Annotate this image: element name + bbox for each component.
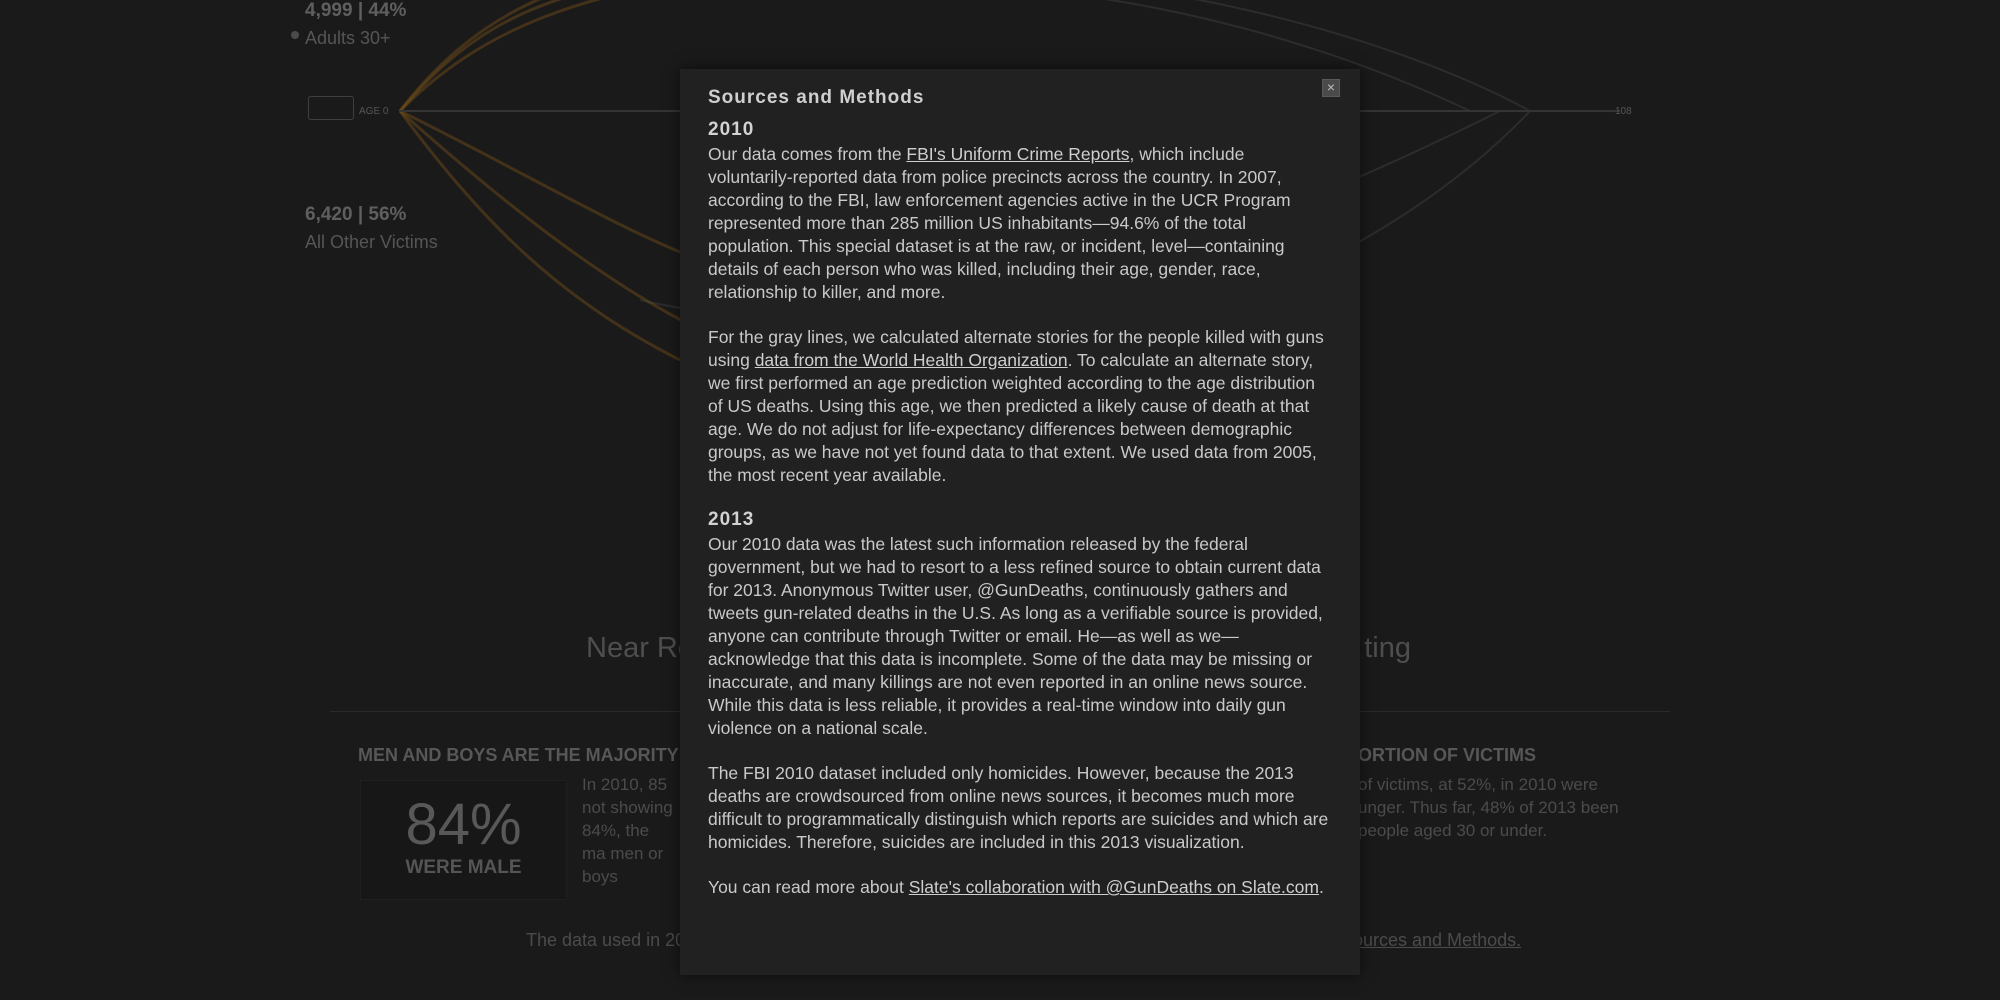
paragraph-2013-3: You can read more about Slate's collabor… bbox=[708, 876, 1332, 899]
close-button[interactable]: × bbox=[1322, 79, 1340, 97]
section-2010: 2010 Our data comes from the FBI's Unifo… bbox=[708, 119, 1332, 487]
p1-text-before: Our data comes from the bbox=[708, 144, 907, 164]
p1-text-after: , which include voluntarily-reported dat… bbox=[708, 144, 1291, 302]
p3-text-after: . bbox=[1318, 877, 1324, 897]
paragraph-2010-2: For the gray lines, we calculated altern… bbox=[708, 326, 1332, 487]
p2-text-after: . To calculate an alternate story, we fi… bbox=[708, 350, 1317, 485]
fbi-ucr-link[interactable]: FBI's Uniform Crime Reports bbox=[906, 144, 1129, 164]
year-heading-2010: 2010 bbox=[708, 119, 755, 140]
paragraph-2013-2: The FBI 2010 dataset included only homic… bbox=[708, 763, 1329, 852]
sources-methods-modal: × Sources and Methods 2010 Our data come… bbox=[680, 69, 1360, 975]
slate-collaboration-link[interactable]: Slate's collaboration with @GunDeaths on… bbox=[909, 877, 1319, 897]
who-data-link[interactable]: data from the World Health Organization bbox=[755, 350, 1068, 370]
modal-title: Sources and Methods bbox=[708, 87, 925, 108]
year-heading-2013: 2013 bbox=[708, 509, 755, 530]
section-2013: 2013 Our 2010 data was the latest such i… bbox=[708, 509, 1332, 899]
p3-text-before: You can read more about bbox=[708, 877, 909, 897]
paragraph-2013-1: Our 2010 data was the latest such inform… bbox=[708, 534, 1323, 738]
paragraph-2010-1: Our data comes from the FBI's Uniform Cr… bbox=[708, 143, 1332, 304]
